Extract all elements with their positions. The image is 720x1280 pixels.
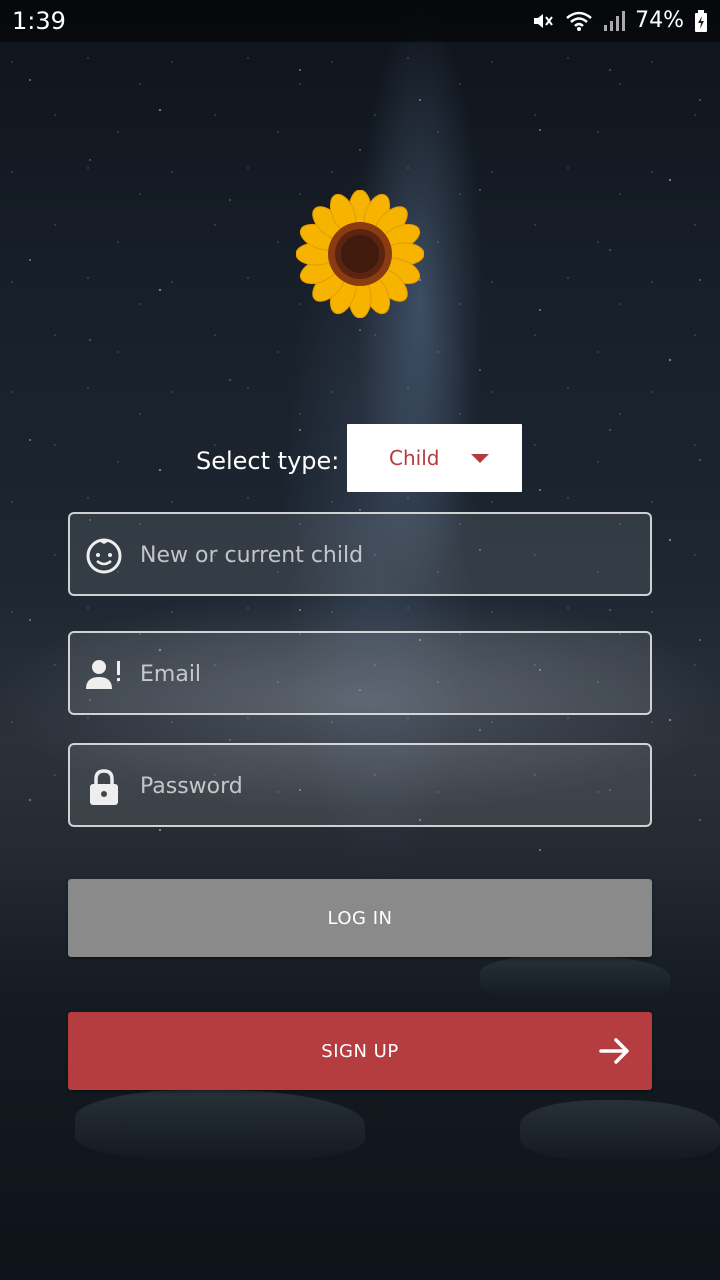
status-time: 1:39 <box>12 7 66 35</box>
signup-button[interactable]: SIGN UP <box>68 1012 652 1090</box>
signal-icon <box>603 9 626 33</box>
password-field[interactable] <box>68 743 652 827</box>
child-field[interactable] <box>68 512 652 596</box>
background-rock <box>520 1100 720 1160</box>
user-alert-icon <box>84 655 124 695</box>
chevron-down-icon <box>471 454 489 463</box>
password-input[interactable] <box>138 757 642 815</box>
wifi-icon <box>565 9 593 33</box>
arrow-right-icon <box>598 1034 632 1068</box>
baby-face-icon <box>84 536 124 576</box>
battery-percent: 74% <box>635 8 684 33</box>
child-input[interactable] <box>138 526 642 584</box>
signup-button-label: SIGN UP <box>321 1040 399 1062</box>
status-icons: 74% <box>531 6 708 36</box>
status-bar: 1:39 74% <box>0 0 720 42</box>
background-rock <box>480 955 670 1000</box>
login-button[interactable]: LOG IN <box>68 879 652 957</box>
email-field[interactable] <box>68 631 652 715</box>
background-rock <box>75 1090 365 1160</box>
email-input[interactable] <box>138 645 642 703</box>
sunflower-icon <box>295 189 425 319</box>
select-type-label: Select type: <box>196 447 340 475</box>
login-button-label: LOG IN <box>327 907 393 929</box>
type-dropdown-value: Child <box>389 446 440 470</box>
lock-icon <box>84 767 124 807</box>
mute-icon <box>531 9 555 33</box>
battery-icon <box>694 9 708 33</box>
type-dropdown[interactable]: Child <box>347 424 522 492</box>
